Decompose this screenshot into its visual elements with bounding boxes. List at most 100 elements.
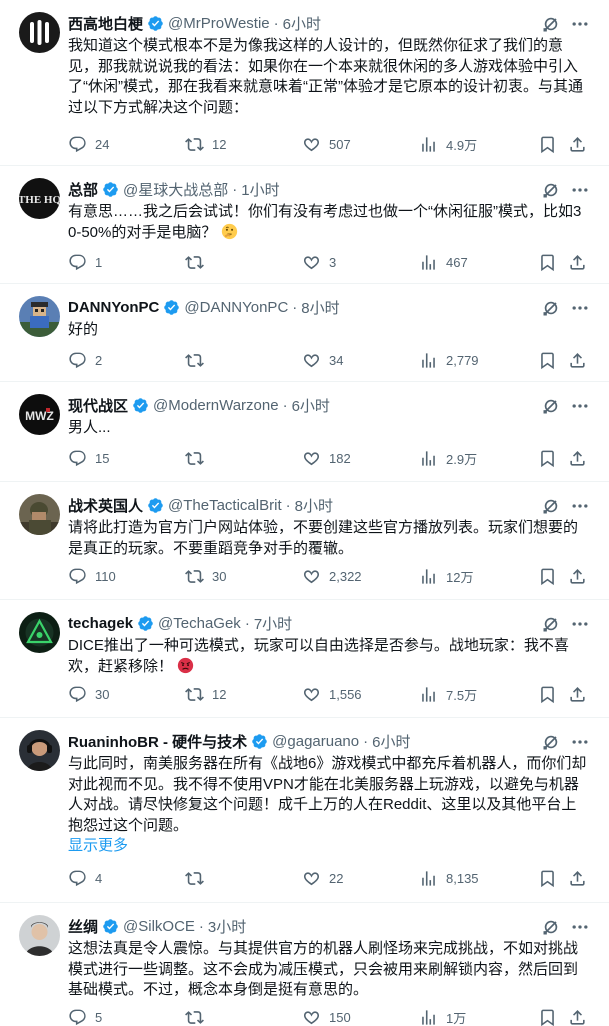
reply-tweet[interactable]: THE HQ 总部 @星球大战总部 · 1小时 有意思……我之后会试试！你们有没有考虑过也… (0, 166, 609, 284)
bookmark-button[interactable] (538, 350, 557, 370)
more-options-icon[interactable] (570, 917, 590, 937)
reply-button[interactable]: 30 (68, 684, 109, 704)
grok-icon[interactable] (541, 180, 561, 200)
share-button[interactable] (568, 134, 587, 154)
like-button[interactable]: 507 (302, 134, 351, 154)
reply-tweet[interactable]: MWZ 现代战区 @ModernWarzone · 6小时 男人... 15 182 2.9万 (0, 382, 609, 482)
share-button[interactable] (568, 252, 587, 272)
views-button[interactable]: 1万 (419, 1007, 466, 1026)
like-button[interactable]: 2,322 (302, 566, 362, 586)
show-more-link[interactable]: 显示更多 (68, 834, 128, 855)
like-button[interactable]: 150 (302, 1007, 351, 1026)
retweet-button[interactable] (185, 868, 212, 888)
like-button[interactable]: 182 (302, 448, 351, 468)
avatar[interactable] (19, 494, 60, 535)
retweet-button[interactable] (185, 448, 212, 468)
more-options-icon[interactable] (570, 614, 590, 634)
user-handle[interactable]: @DANNYonPC (184, 299, 288, 316)
like-button[interactable]: 3 (302, 252, 336, 272)
views-button[interactable]: 2,779 (419, 350, 479, 370)
more-options-icon[interactable] (570, 180, 590, 200)
bookmark-button[interactable] (538, 868, 557, 888)
timestamp[interactable]: 8小时 (301, 297, 339, 318)
views-button[interactable]: 12万 (419, 566, 473, 586)
retweet-button[interactable] (185, 252, 212, 272)
timestamp[interactable]: 6小时 (292, 395, 330, 416)
avatar[interactable] (19, 612, 60, 653)
grok-icon[interactable] (541, 396, 561, 416)
grok-icon[interactable] (541, 917, 561, 937)
retweet-button[interactable] (185, 350, 212, 370)
share-button[interactable] (568, 684, 587, 704)
views-button[interactable]: 467 (419, 252, 468, 272)
like-button[interactable]: 1,556 (302, 684, 362, 704)
more-options-icon[interactable] (570, 298, 590, 318)
reply-button[interactable]: 5 (68, 1007, 102, 1026)
display-name[interactable]: RuaninhoBR - 硬件与技术 (68, 731, 247, 752)
share-button[interactable] (568, 448, 587, 468)
reply-button[interactable]: 1 (68, 252, 102, 272)
bookmark-button[interactable] (538, 252, 557, 272)
views-button[interactable]: 2.9万 (419, 448, 477, 468)
retweet-button[interactable]: 30 (185, 566, 226, 586)
avatar[interactable] (19, 12, 60, 53)
user-handle[interactable]: @TheTacticalBrit (168, 497, 282, 514)
user-handle[interactable]: @MrProWestie (168, 15, 270, 32)
user-handle[interactable]: @星球大战总部 (123, 179, 228, 200)
avatar[interactable] (19, 296, 60, 337)
bookmark-button[interactable] (538, 566, 557, 586)
bookmark-button[interactable] (538, 134, 557, 154)
timestamp[interactable]: 1小时 (241, 179, 279, 200)
grok-icon[interactable] (541, 298, 561, 318)
timestamp[interactable]: 3小时 (208, 916, 246, 937)
grok-icon[interactable] (541, 496, 561, 516)
timestamp[interactable]: 7小时 (254, 613, 292, 634)
timestamp[interactable]: 6小时 (283, 13, 321, 34)
views-button[interactable]: 7.5万 (419, 684, 477, 704)
retweet-button[interactable] (185, 1007, 212, 1026)
display-name[interactable]: DANNYonPC (68, 299, 159, 316)
reply-tweet[interactable]: DANNYonPC @DANNYonPC · 8小时 好的 2 34 2,779 (0, 284, 609, 382)
reply-tweet[interactable]: techagek @TechaGek · 7小时 DICE推出了一种可选模式，玩家可以自… (0, 600, 609, 718)
display-name[interactable]: 总部 (68, 179, 98, 200)
avatar[interactable]: THE HQ (19, 178, 60, 219)
reply-button[interactable]: 4 (68, 868, 102, 888)
share-button[interactable] (568, 868, 587, 888)
avatar[interactable] (19, 730, 60, 771)
more-options-icon[interactable] (570, 14, 590, 34)
avatar[interactable]: MWZ (19, 394, 60, 435)
reply-button[interactable]: 24 (68, 134, 109, 154)
display-name[interactable]: 战术英国人 (68, 495, 143, 516)
grok-icon[interactable] (541, 14, 561, 34)
more-options-icon[interactable] (570, 396, 590, 416)
grok-icon[interactable] (541, 732, 561, 752)
share-button[interactable] (568, 350, 587, 370)
views-button[interactable]: 4.9万 (419, 134, 477, 154)
bookmark-button[interactable] (538, 448, 557, 468)
user-handle[interactable]: @gagaruano (272, 733, 359, 750)
timestamp[interactable]: 6小时 (372, 731, 410, 752)
avatar[interactable] (19, 915, 60, 956)
share-button[interactable] (568, 1007, 587, 1026)
more-options-icon[interactable] (570, 496, 590, 516)
reply-tweet[interactable]: 战术英国人 @TheTacticalBrit · 8小时 请将此打造为官方门户网站体验，… (0, 482, 609, 600)
grok-icon[interactable] (541, 614, 561, 634)
display-name[interactable]: 丝绸 (68, 916, 98, 937)
reply-button[interactable]: 15 (68, 448, 109, 468)
like-button[interactable]: 34 (302, 350, 343, 370)
display-name[interactable]: 西高地白梗 (68, 13, 143, 34)
reply-button[interactable]: 110 (68, 566, 116, 586)
timestamp[interactable]: 8小时 (295, 495, 333, 516)
bookmark-button[interactable] (538, 1007, 557, 1026)
retweet-button[interactable]: 12 (185, 134, 226, 154)
reply-tweet[interactable]: 丝绸 @SilkOCE · 3小时 这想法真是令人震惊。与其提供官方的机器人刷怪场来完成… (0, 903, 609, 1026)
user-handle[interactable]: @TechaGek (158, 615, 241, 632)
display-name[interactable]: techagek (68, 615, 133, 632)
share-button[interactable] (568, 566, 587, 586)
display-name[interactable]: 现代战区 (68, 395, 128, 416)
views-button[interactable]: 8,135 (419, 868, 479, 888)
retweet-button[interactable]: 12 (185, 684, 226, 704)
like-button[interactable]: 22 (302, 868, 343, 888)
more-options-icon[interactable] (570, 732, 590, 752)
reply-tweet[interactable]: 西高地白梗 @MrProWestie · 6小时 我知道这个模式根本不是为像我这样的人设… (0, 0, 609, 166)
